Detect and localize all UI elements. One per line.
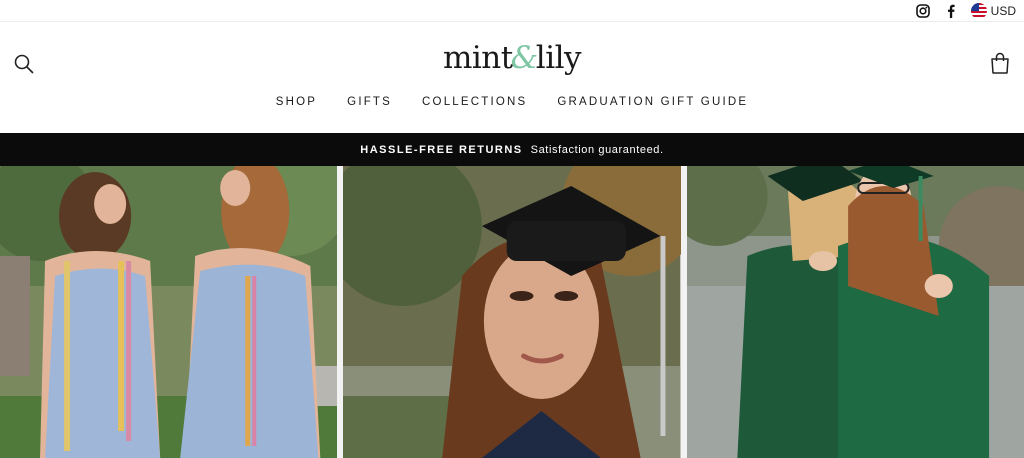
nav-item-shop[interactable]: SHOP: [276, 96, 317, 108]
main-navigation: SHOP GIFTS COLLECTIONS GRADUATION GIFT G…: [0, 96, 1024, 108]
site-header: mint&lily SHOP GIFTS COLLECTIONS GRADUAT…: [0, 22, 1024, 132]
currency-selector[interactable]: USD: [970, 3, 1016, 19]
cart-icon[interactable]: [990, 52, 1010, 74]
nav-item-graduation-gift-guide[interactable]: GRADUATION GIFT GUIDE: [557, 96, 748, 108]
announcement-bar: HASSLE-FREE RETURNS Satisfaction guarant…: [0, 133, 1024, 166]
announcement-title: HASSLE-FREE RETURNS: [360, 143, 523, 156]
nav-item-gifts[interactable]: GIFTS: [347, 96, 392, 108]
hero-photo-two-graduates[interactable]: [0, 166, 338, 458]
hero-banner: [0, 166, 1024, 458]
us-flag-icon: [970, 3, 987, 19]
hero-photo-graduates-hugging[interactable]: [686, 166, 1024, 458]
utility-links: USD: [915, 2, 1016, 20]
logo-text-mint: mint: [442, 40, 513, 76]
hero-photo-graduate-portrait[interactable]: [343, 166, 681, 458]
top-utility-bar: USD: [0, 0, 1024, 22]
logo-text-lily: lily: [535, 40, 582, 76]
announcement-text: Satisfaction guaranteed.: [530, 143, 664, 156]
instagram-icon[interactable]: [915, 3, 931, 19]
site-logo[interactable]: mint&lily: [0, 40, 1024, 76]
logo-ampersand: &: [510, 40, 539, 76]
facebook-icon[interactable]: [943, 3, 959, 19]
nav-item-collections[interactable]: COLLECTIONS: [422, 96, 527, 108]
currency-code: USD: [990, 4, 1016, 18]
